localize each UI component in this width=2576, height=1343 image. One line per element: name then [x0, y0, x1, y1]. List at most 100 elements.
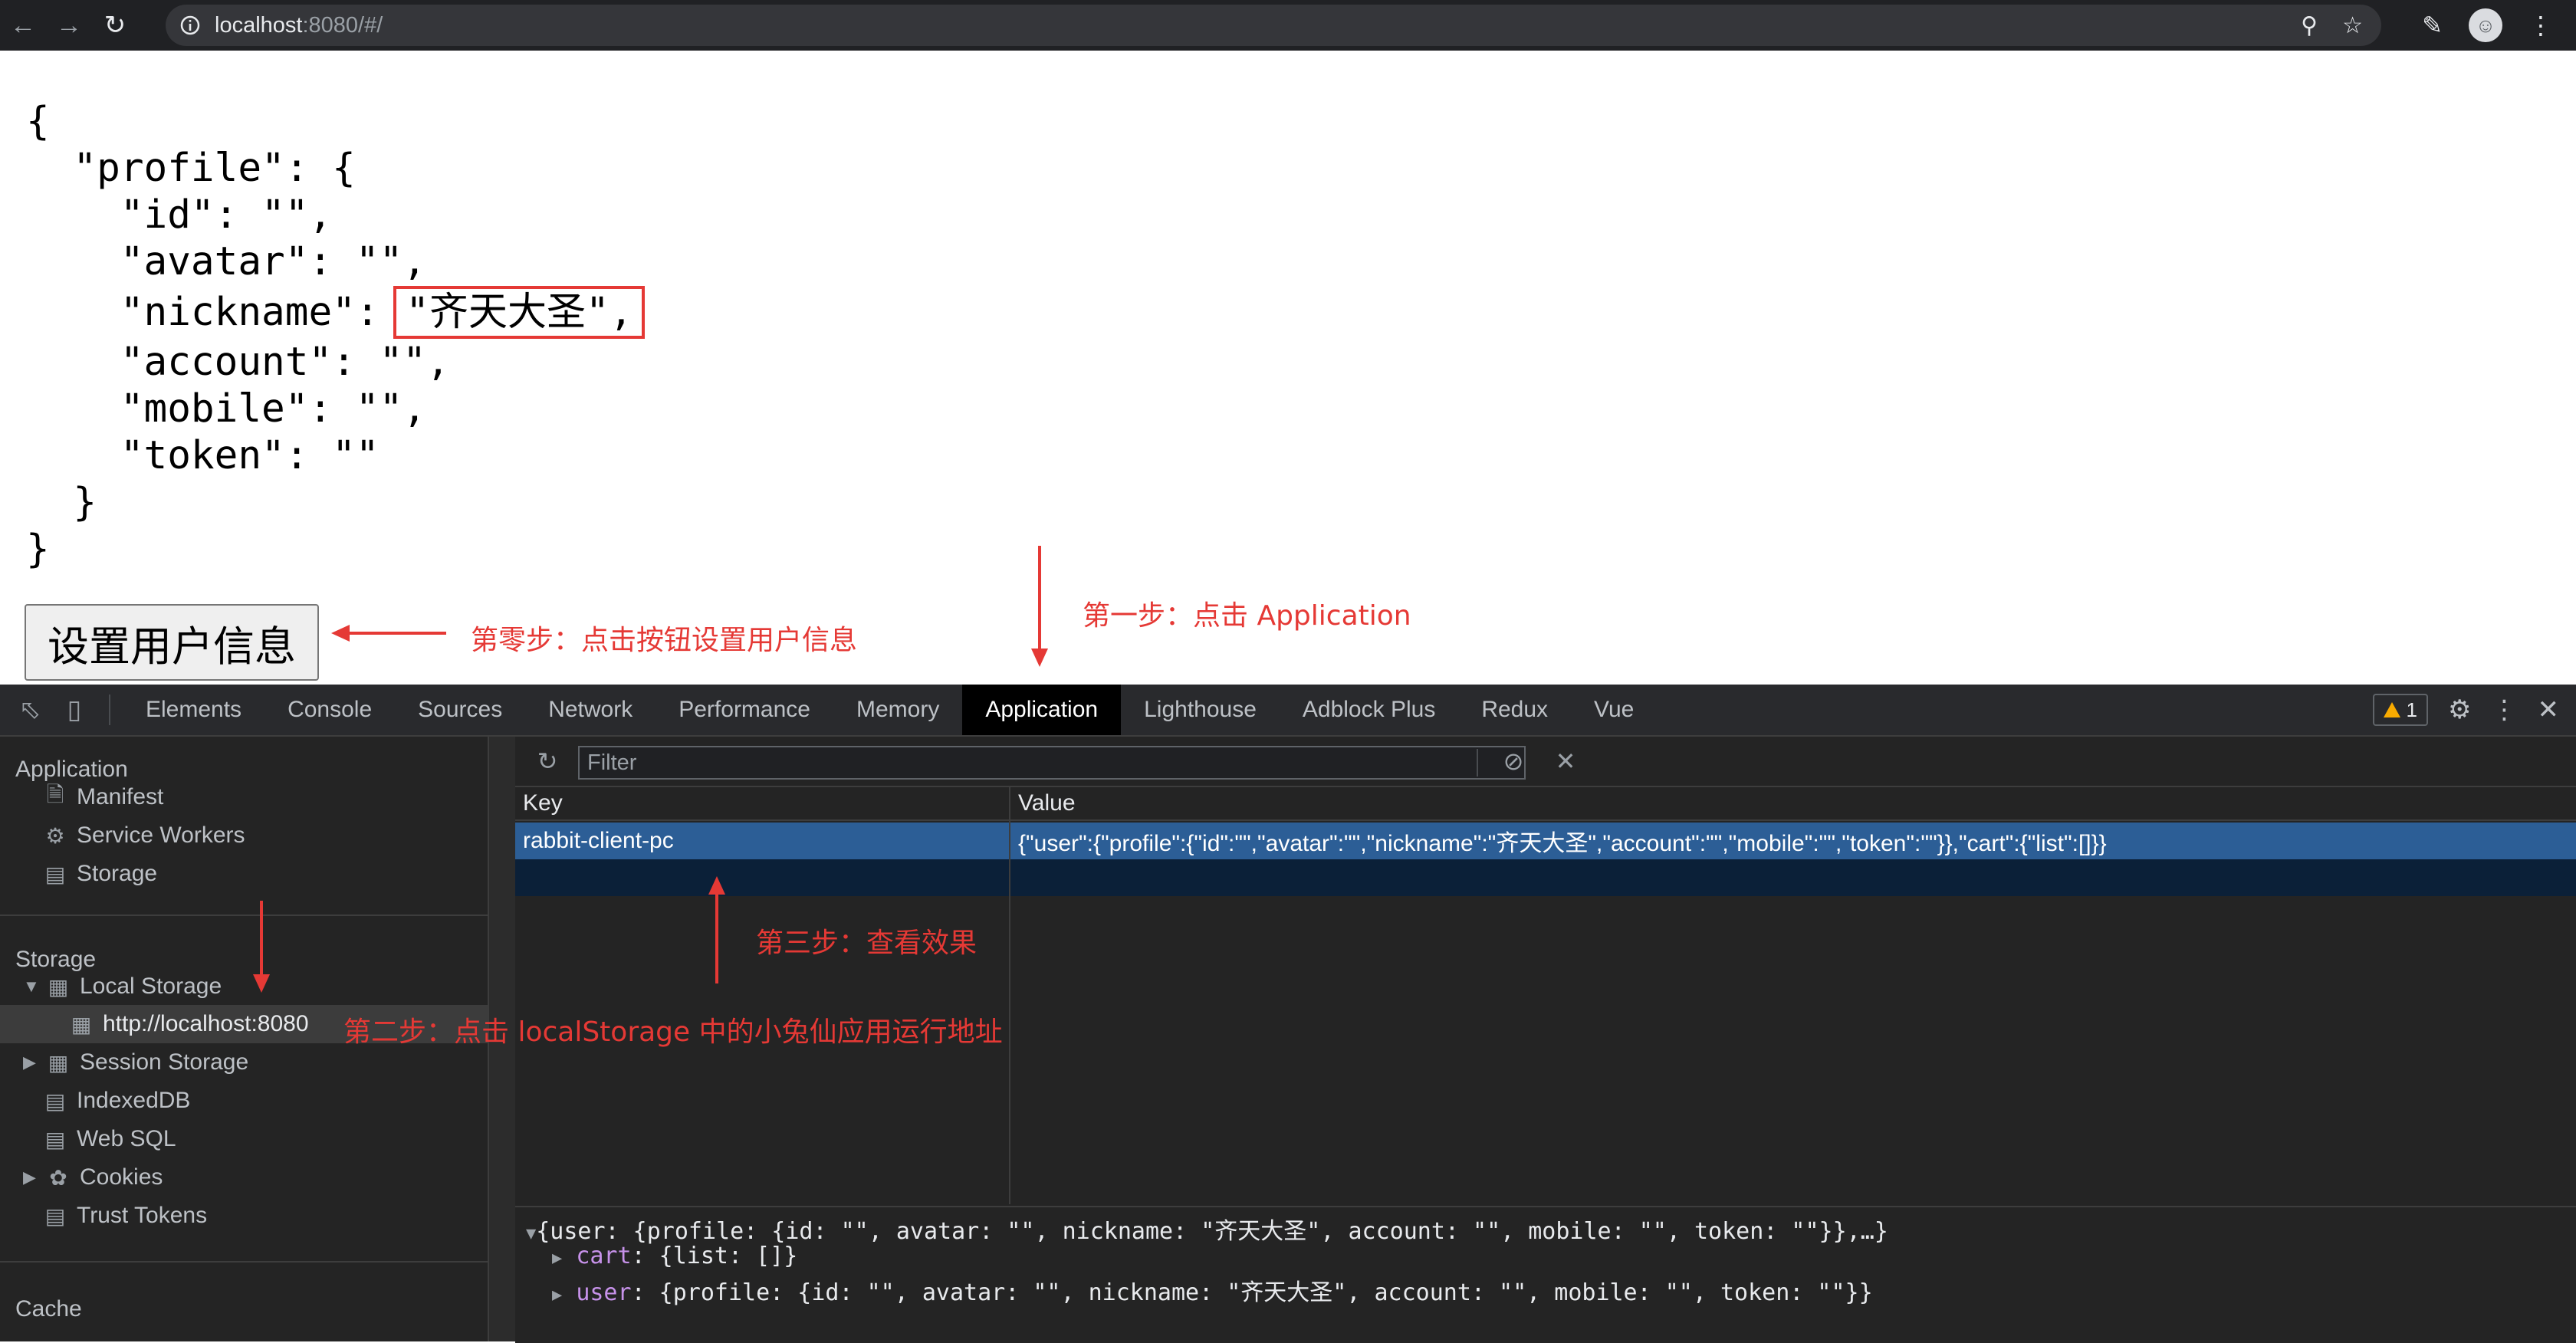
sidebar-item-manifest[interactable]: 🗎 Manifest: [43, 778, 164, 816]
column-header-value[interactable]: Value: [1010, 787, 2576, 821]
json-line: "id": "",: [26, 192, 333, 238]
address-bar[interactable]: localhost:8080/#/ ⚲ ☆: [166, 5, 2381, 46]
json-key-nickname: "nickname":: [26, 289, 403, 335]
caret-right-icon[interactable]: ▶: [23, 1052, 37, 1072]
row-key-cell[interactable]: rabbit-client-pc: [523, 823, 1006, 859]
sidebar-item-session-storage[interactable]: ▶ ▦ Session Storage: [23, 1043, 248, 1082]
preview-root-line[interactable]: ▼{user: {profile: {id: "", avatar: "", n…: [526, 1212, 1888, 1246]
toolbar-divider: [1477, 749, 1478, 777]
sidebar-item-label: Cookies: [80, 1164, 163, 1190]
delete-selected-icon[interactable]: ✕: [1547, 743, 1584, 780]
column-divider[interactable]: [1009, 787, 1010, 1204]
cookie-icon: ✿: [49, 1165, 67, 1190]
sidebar-item-storage[interactable]: ▤ Storage: [43, 855, 157, 893]
row-value-cell[interactable]: {"user":{"profile":{"id":"","avatar":"",…: [1018, 823, 2567, 859]
profile-icon[interactable]: ☺: [2469, 8, 2502, 42]
step1-annotation: 第一步：点击 Application: [1083, 600, 1411, 632]
gear-icon: ⚙: [45, 823, 65, 848]
step0-arrow-line: [347, 632, 446, 635]
json-line: "profile": {: [26, 146, 356, 191]
json-line: "token": "": [26, 433, 380, 478]
caret-right-icon[interactable]: ▶: [552, 1286, 562, 1305]
sidebar-item-label: Session Storage: [80, 1049, 249, 1075]
tab-vue[interactable]: Vue: [1571, 685, 1657, 735]
sidebar-item-label: Trust Tokens: [77, 1203, 208, 1228]
browser-toolbar: ← → ↻ localhost:8080/#/ ⚲ ☆ ✎ ☺ ⋮: [0, 0, 2576, 51]
caret-down-icon[interactable]: ▼: [526, 1224, 536, 1243]
json-line: "mobile": "",: [26, 386, 426, 432]
step2-annotation: 第二步：点击 localStorage 中的小兔仙应用运行地址: [343, 1016, 1003, 1048]
sidebar-item-trust-tokens[interactable]: ▤ Trust Tokens: [43, 1197, 207, 1235]
grid-icon: ▦: [48, 974, 69, 999]
star-icon[interactable]: ☆: [2342, 12, 2363, 39]
more-options-icon[interactable]: ⋮: [2492, 694, 2518, 725]
menu-icon[interactable]: ⋮: [2528, 11, 2553, 40]
filter-input[interactable]: Filter: [578, 746, 1526, 780]
sidebar-item-label: http://localhost:8080: [103, 1011, 309, 1036]
json-line: }: [26, 480, 97, 525]
extensions-icon[interactable]: ✎: [2422, 11, 2443, 40]
step2-arrowhead: [253, 974, 270, 993]
sidebar-item-label: Service Workers: [77, 823, 245, 848]
close-devtools-icon[interactable]: ✕: [2538, 694, 2560, 725]
json-line-nickname: "nickname": "齐天大圣",: [26, 285, 646, 339]
json-output: { "profile": { "id": "", "avatar": "", "…: [26, 98, 646, 573]
tabbar-divider: [109, 694, 110, 725]
info-icon[interactable]: [166, 15, 215, 36]
refresh-icon[interactable]: ↻: [529, 743, 566, 780]
database-icon: ▤: [44, 1089, 66, 1113]
tab-memory[interactable]: Memory: [833, 685, 962, 735]
empty-row[interactable]: [515, 859, 2576, 896]
caret-down-icon[interactable]: ▼: [23, 977, 40, 997]
devtools-panel: ⬁ ▯ Elements Console Sources Network Per…: [0, 685, 2576, 1343]
tab-console[interactable]: Console: [264, 685, 395, 735]
clear-all-icon[interactable]: ⊘: [1495, 743, 1532, 780]
preview-key-cart: cart: [576, 1243, 632, 1269]
warnings-badge[interactable]: 1: [2372, 694, 2429, 726]
column-header-key[interactable]: Key: [515, 787, 1009, 821]
zoom-icon[interactable]: ⚲: [2301, 12, 2318, 39]
device-toolbar-icon[interactable]: ▯: [52, 685, 97, 735]
grid-icon: ▦: [71, 1012, 92, 1036]
set-user-info-button[interactable]: 设置用户信息: [25, 604, 319, 681]
storage-table: Key Value rabbit-client-pc {"user":{"pro…: [515, 787, 2576, 1204]
sidebar-section-cache: Cache: [15, 1296, 82, 1322]
highlighted-nickname-value: "齐天大圣",: [393, 285, 646, 339]
preview-cart-line[interactable]: ▶ cart: {list: []}: [552, 1243, 797, 1269]
settings-gear-icon[interactable]: ⚙: [2448, 694, 2471, 725]
tab-performance[interactable]: Performance: [656, 685, 833, 735]
sidebar-item-indexeddb[interactable]: ▤ IndexedDB: [43, 1082, 191, 1120]
caret-right-icon[interactable]: ▶: [552, 1249, 562, 1268]
sidebar-item-service-workers[interactable]: ⚙ Service Workers: [43, 816, 245, 855]
back-icon[interactable]: ←: [0, 0, 46, 51]
reload-icon[interactable]: ↻: [92, 0, 138, 51]
sidebar-item-localhost-8080[interactable]: ▦ http://localhost:8080: [69, 1005, 309, 1043]
forward-icon[interactable]: →: [46, 0, 92, 51]
step2-arrow-line: [260, 901, 263, 976]
grid-icon: ▦: [48, 1050, 69, 1075]
warning-icon: [2383, 702, 2400, 717]
caret-right-icon[interactable]: ▶: [23, 1167, 37, 1187]
database-icon: ▤: [44, 1127, 66, 1151]
tab-redux[interactable]: Redux: [1458, 685, 1571, 735]
tab-application[interactable]: Application: [962, 685, 1122, 735]
sidebar-item-web-sql[interactable]: ▤ Web SQL: [43, 1120, 176, 1158]
sidebar-item-cookies[interactable]: ▶ ✿ Cookies: [23, 1158, 163, 1197]
tab-network[interactable]: Network: [525, 685, 656, 735]
preview-value-cart: : {list: []}: [631, 1243, 798, 1269]
storage-toolbar: ↻ Filter ⊘ ✕: [515, 737, 2576, 787]
sidebar-item-label: Local Storage: [80, 974, 222, 999]
sidebar-item-local-storage[interactable]: ▼ ▦ Local Storage: [23, 967, 222, 1006]
json-line: "avatar": "",: [26, 239, 426, 284]
url-text: localhost:8080/#/: [215, 12, 383, 38]
tab-sources[interactable]: Sources: [395, 685, 525, 735]
inspect-element-icon[interactable]: ⬁: [8, 685, 52, 735]
preview-user-line[interactable]: ▶ user: {profile: {id: "", avatar: "", n…: [552, 1273, 1873, 1307]
document-icon: 🗎: [46, 783, 64, 806]
tab-adblock-plus[interactable]: Adblock Plus: [1280, 685, 1458, 735]
tab-lighthouse[interactable]: Lighthouse: [1121, 685, 1280, 735]
warning-count: 1: [2406, 698, 2418, 721]
step3-annotation: 第三步：查看效果: [756, 928, 978, 959]
sidebar-item-label: Manifest: [77, 784, 164, 809]
tab-elements[interactable]: Elements: [123, 685, 264, 735]
